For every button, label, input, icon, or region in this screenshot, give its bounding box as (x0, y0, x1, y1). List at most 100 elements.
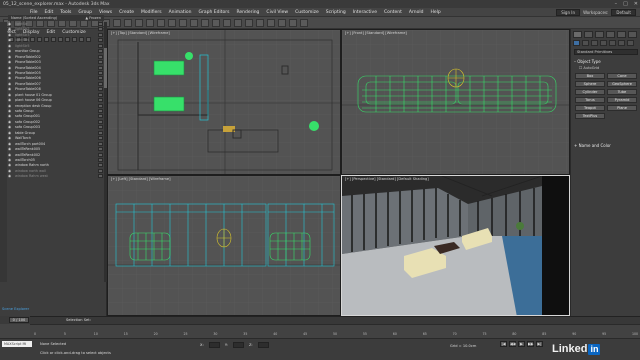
render-icon[interactable] (300, 18, 308, 27)
freeze-toggle-icon[interactable] (98, 22, 103, 26)
render-frame-icon[interactable] (289, 18, 297, 27)
freeze-toggle-icon[interactable] (98, 81, 103, 86)
display-tab-icon[interactable] (617, 31, 626, 38)
freeze-toggle-icon[interactable] (98, 98, 103, 103)
geometry-icon[interactable] (573, 40, 580, 46)
freeze-toggle-icon[interactable] (98, 76, 103, 81)
menu-group[interactable]: Group (78, 10, 92, 15)
angle-snap-icon[interactable] (168, 18, 176, 27)
render-setup-icon[interactable] (278, 18, 286, 27)
menu-content[interactable]: Content (384, 10, 402, 15)
name-color-rollout[interactable]: + Name and Color (574, 143, 611, 148)
menu-graph-editors[interactable]: Graph Editors (199, 10, 230, 15)
curve-icon[interactable] (245, 18, 253, 27)
y-field[interactable] (232, 342, 244, 348)
primitive-sphere-button[interactable]: Sphere (575, 81, 605, 87)
freeze-toggle-icon[interactable] (98, 54, 103, 59)
viewport-label-front[interactable]: [+] [Front] [Standard] [Wireframe] (345, 31, 407, 35)
track-bar[interactable]: 0 5 10 15 20 25 30 35 40 45 50 55 60 65 70 75 80 85 90 95 10… (30, 324, 640, 338)
freeze-toggle-icon[interactable] (98, 43, 103, 48)
modify-tab-icon[interactable] (584, 31, 593, 38)
utilities-tab-icon[interactable] (628, 31, 637, 38)
menu-scripting[interactable]: Scripting (326, 10, 346, 15)
cameras-icon[interactable] (600, 40, 607, 46)
maximize-icon[interactable]: □ (623, 1, 628, 7)
time-slider-knob[interactable]: 0 / 100 (9, 317, 29, 323)
selection-set-label[interactable]: Selection Set: (66, 318, 91, 322)
freeze-toggle-icon[interactable] (98, 87, 103, 92)
time-slider[interactable] (0, 316, 640, 324)
spinner-snap-icon[interactable] (190, 18, 198, 27)
snap-icon[interactable] (157, 18, 165, 27)
menu-edit[interactable]: Edit (45, 10, 54, 15)
freeze-toggle-icon[interactable] (98, 152, 103, 157)
viewport-front[interactable]: [+] [Front] [Standard] [Wireframe] (341, 29, 570, 175)
maxscript-listener[interactable]: MAXScript Mi (2, 341, 32, 347)
menu-animation[interactable]: Animation (169, 10, 192, 15)
primitive-teapot-button[interactable]: Teapot (575, 105, 605, 111)
list-item[interactable]: ◉ window Rahm west (8, 174, 98, 179)
viewport-top[interactable]: [+] [Top] [Standard] [Wireframe] (107, 29, 341, 175)
freeze-toggle-icon[interactable] (98, 60, 103, 65)
menu-arnold[interactable]: Arnold (409, 10, 424, 15)
minimize-icon[interactable]: – (615, 1, 618, 7)
percent-snap-icon[interactable] (179, 18, 187, 27)
align-icon[interactable] (223, 18, 231, 27)
play-icon[interactable]: ▶ (518, 341, 525, 347)
primitive-geosphere-button[interactable]: GeoSphere (607, 81, 637, 87)
freeze-toggle-icon[interactable] (98, 130, 103, 135)
menu-help[interactable]: Help (430, 10, 440, 15)
primitive-box-button[interactable]: Box (575, 73, 605, 79)
freeze-toggle-icon[interactable] (98, 163, 103, 168)
primitive-cylinder-button[interactable]: Cylinder (575, 89, 605, 95)
primitive-type-dropdown[interactable]: Standard Primitives (574, 49, 638, 55)
schematic-icon[interactable] (256, 18, 264, 27)
primitive-torus-button[interactable]: Torus (575, 97, 605, 103)
viewport-label-left[interactable]: [+] [Left] [Standard] [Wireframe] (111, 177, 171, 181)
next-frame-icon[interactable]: ▶▶ (527, 341, 534, 347)
material-icon[interactable] (267, 18, 275, 27)
menu-tools[interactable]: Tools (60, 10, 71, 15)
menu-interactive[interactable]: Interactive (353, 10, 377, 15)
viewport-label-perspective[interactable]: [+] [Perspective] [Standard] [Default Sh… (345, 177, 429, 181)
go-end-icon[interactable]: ▶| (536, 341, 543, 347)
prev-frame-icon[interactable]: ◀◀ (509, 341, 516, 347)
systems-icon[interactable] (627, 40, 634, 46)
menu-create[interactable]: Create (119, 10, 134, 15)
move-icon[interactable] (113, 18, 121, 27)
menu-file[interactable]: File (30, 10, 38, 15)
shapes-icon[interactable] (582, 40, 589, 46)
menu-customize[interactable]: Customize (295, 10, 319, 15)
mirror-icon[interactable] (212, 18, 220, 27)
rotate-icon[interactable] (124, 18, 132, 27)
go-start-icon[interactable]: |◀ (500, 341, 507, 347)
freeze-toggle-icon[interactable] (98, 168, 103, 173)
freeze-toggle-icon[interactable] (98, 147, 103, 152)
viewport-label-top[interactable]: [+] [Top] [Standard] [Wireframe] (111, 31, 170, 35)
freeze-toggle-icon[interactable] (98, 141, 103, 146)
freeze-toggle-icon[interactable] (98, 114, 103, 119)
x-field[interactable] (208, 342, 220, 348)
menu-civil-view[interactable]: Civil View (266, 10, 288, 15)
menu-views[interactable]: Views (99, 10, 112, 15)
primitive-textplus-button[interactable]: TextPlus (575, 113, 605, 119)
freeze-toggle-icon[interactable] (98, 92, 103, 97)
menu-rendering[interactable]: Rendering (236, 10, 259, 15)
explorer-mode-label[interactable]: Scene Explorer (2, 307, 29, 311)
spacewarps-icon[interactable] (618, 40, 625, 46)
freeze-toggle-icon[interactable] (98, 65, 103, 70)
lights-icon[interactable] (591, 40, 598, 46)
freeze-toggle-icon[interactable] (98, 70, 103, 75)
freeze-toggle-icon[interactable] (98, 157, 103, 162)
viewport-perspective[interactable]: [+] [Perspective] [Standard] [Default Sh… (341, 175, 570, 316)
freeze-toggle-icon[interactable] (98, 27, 103, 32)
viewport-left[interactable]: [+] [Left] [Standard] [Wireframe] (107, 175, 341, 316)
named-sel-icon[interactable] (201, 18, 209, 27)
primitive-tube-button[interactable]: Tube (607, 89, 637, 95)
explorer-column-header[interactable]: Name (Sorted Ascending) ▲ Frozen (8, 15, 104, 21)
freeze-toggle-icon[interactable] (98, 174, 103, 179)
layer-icon[interactable] (234, 18, 242, 27)
freeze-toggle-icon[interactable] (98, 32, 103, 37)
create-tab-icon[interactable] (573, 31, 582, 38)
z-field[interactable] (257, 342, 269, 348)
